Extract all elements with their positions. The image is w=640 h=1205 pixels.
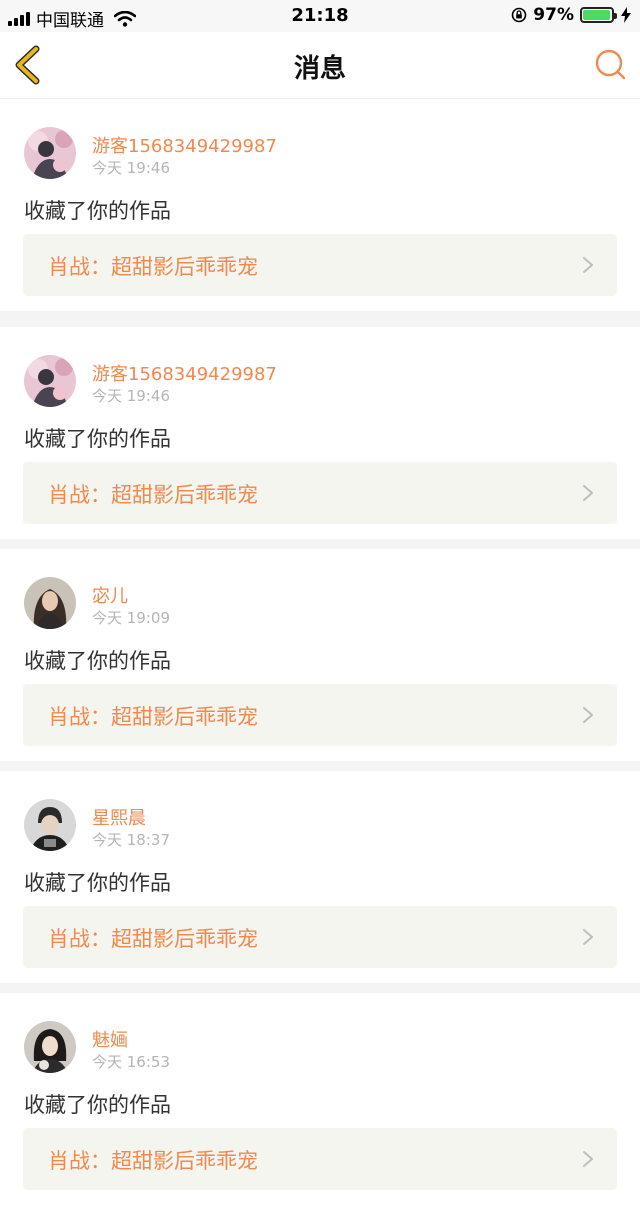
timestamp: 今天 19:46 bbox=[92, 387, 170, 405]
message-item[interactable]: 宓儿 今天 19:09 收藏了你的作品 肖战：超甜影后乖乖宠 bbox=[0, 549, 640, 761]
chevron-right-icon bbox=[583, 257, 593, 273]
timestamp: 今天 19:09 bbox=[92, 609, 170, 627]
action-text: 收藏了你的作品 bbox=[24, 427, 171, 451]
timestamp: 今天 18:37 bbox=[92, 831, 170, 849]
action-text: 收藏了你的作品 bbox=[24, 649, 171, 673]
message-item[interactable]: 星熙晨 今天 18:37 收藏了你的作品 肖战：超甜影后乖乖宠 bbox=[0, 771, 640, 983]
username[interactable]: 游客1568349429987 bbox=[92, 360, 277, 386]
action-text: 收藏了你的作品 bbox=[24, 199, 171, 223]
message-item[interactable]: 游客1568349429987 今天 19:46 收藏了你的作品 肖战：超甜影后… bbox=[0, 327, 640, 539]
work-title: 肖战：超甜影后乖乖宠 bbox=[48, 1149, 258, 1173]
username[interactable]: 游客1568349429987 bbox=[92, 132, 277, 158]
avatar[interactable] bbox=[24, 1021, 76, 1073]
work-title: 肖战：超甜影后乖乖宠 bbox=[48, 705, 258, 729]
avatar[interactable] bbox=[24, 577, 76, 629]
status-right: 97% bbox=[511, 5, 632, 25]
search-icon bbox=[595, 49, 626, 80]
battery-percent: 97% bbox=[533, 5, 574, 25]
timestamp: 今天 16:53 bbox=[92, 1053, 170, 1071]
avatar[interactable] bbox=[24, 127, 76, 179]
action-text: 收藏了你的作品 bbox=[24, 1093, 171, 1117]
work-title: 肖战：超甜影后乖乖宠 bbox=[48, 483, 258, 507]
chevron-right-icon bbox=[583, 929, 593, 945]
nav-bar: 消息 bbox=[0, 32, 640, 99]
rotation-lock-icon bbox=[511, 7, 527, 23]
message-item[interactable]: 游客1568349429987 今天 19:46 收藏了你的作品 肖战：超甜影后… bbox=[0, 99, 640, 311]
work-link[interactable]: 肖战：超甜影后乖乖宠 bbox=[23, 462, 617, 524]
battery-icon bbox=[580, 7, 617, 23]
action-text: 收藏了你的作品 bbox=[24, 871, 171, 895]
work-title: 肖战：超甜影后乖乖宠 bbox=[48, 927, 258, 951]
timestamp: 今天 19:46 bbox=[92, 159, 170, 177]
chevron-right-icon bbox=[583, 707, 593, 723]
work-link[interactable]: 肖战：超甜影后乖乖宠 bbox=[23, 684, 617, 746]
avatar[interactable] bbox=[24, 799, 76, 851]
avatar[interactable] bbox=[24, 355, 76, 407]
status-bar: 中国联通 21:18 97% bbox=[0, 0, 640, 32]
work-title: 肖战：超甜影后乖乖宠 bbox=[48, 255, 258, 279]
battery-fill bbox=[583, 10, 611, 20]
chevron-right-icon bbox=[583, 485, 593, 501]
work-link[interactable]: 肖战：超甜影后乖乖宠 bbox=[23, 906, 617, 968]
username[interactable]: 宓儿 bbox=[92, 582, 128, 608]
username[interactable]: 魅婳 bbox=[92, 1026, 128, 1052]
username[interactable]: 星熙晨 bbox=[92, 804, 146, 830]
chevron-right-icon bbox=[583, 1151, 593, 1167]
work-link[interactable]: 肖战：超甜影后乖乖宠 bbox=[23, 234, 617, 296]
search-button[interactable] bbox=[594, 48, 628, 82]
charging-icon bbox=[621, 7, 631, 23]
page-title: 消息 bbox=[293, 54, 346, 84]
message-item[interactable]: 魅婳 今天 16:53 收藏了你的作品 肖战：超甜影后乖乖宠 bbox=[0, 993, 640, 1205]
work-link[interactable]: 肖战：超甜影后乖乖宠 bbox=[23, 1128, 617, 1190]
